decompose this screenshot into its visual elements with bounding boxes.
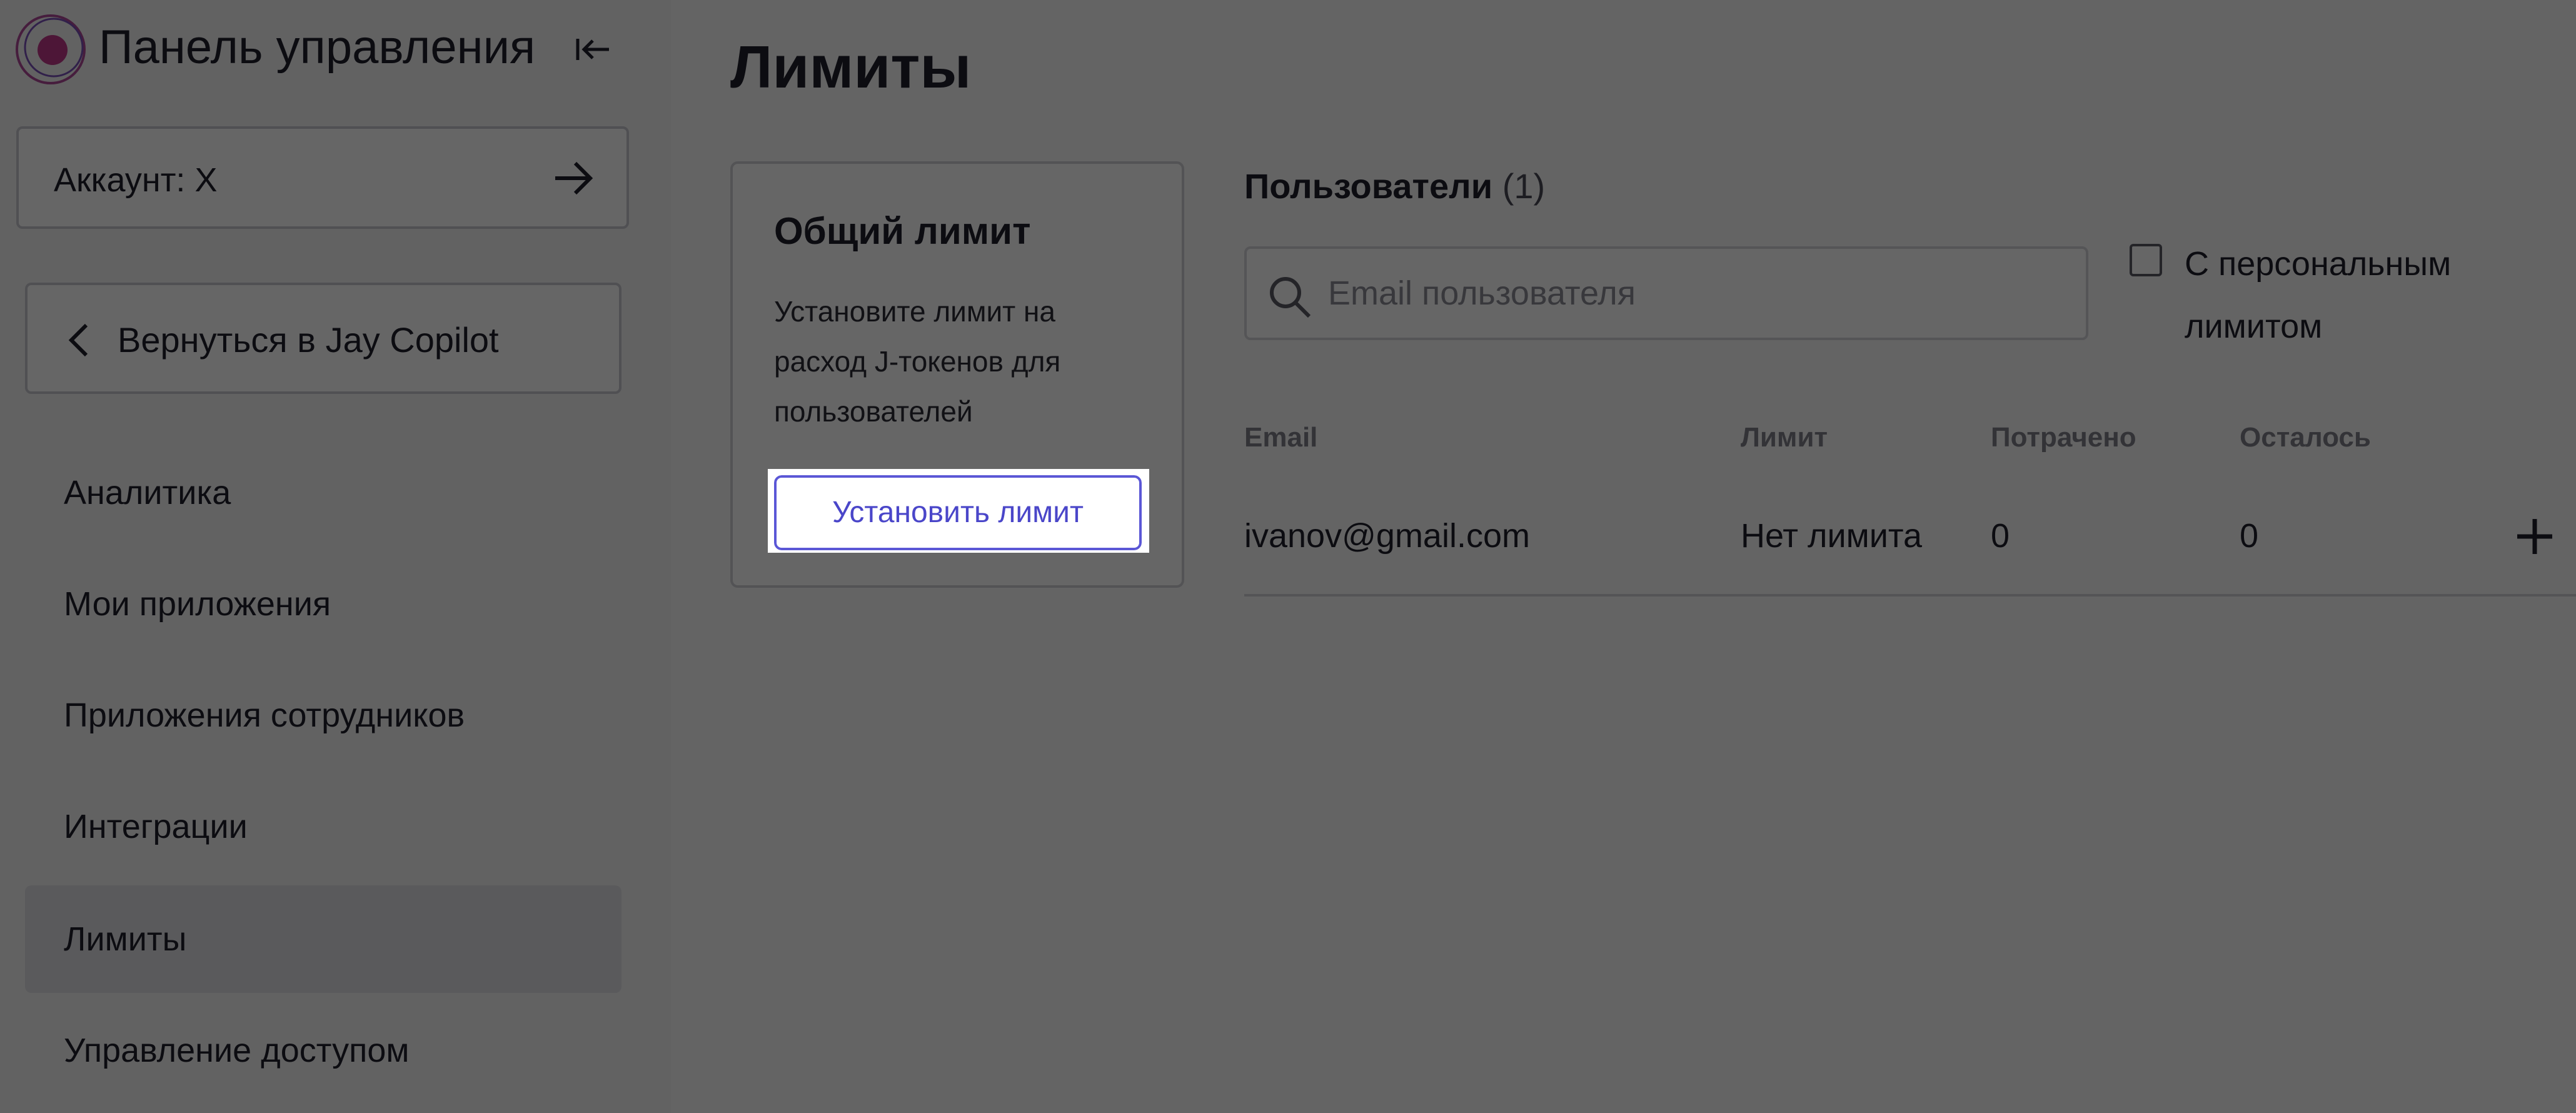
sidebar-item-integrations[interactable]: Интеграции [25,773,621,880]
arrow-right-icon [555,161,593,195]
app-root: Панель управления Аккаунт: X Вернуться в… [0,0,2576,1113]
collapse-sidebar-icon[interactable] [574,34,611,65]
column-header-limit: Лимит [1741,422,1828,453]
sidebar-item-my-apps[interactable]: Мои приложения [25,550,621,658]
cell-spent: 0 [1991,517,2010,555]
page-title: Лимиты [730,34,972,101]
general-limit-card: Общий лимит Установите лимит на расход J… [730,161,1184,588]
sidebar-item-label: Мои приложения [64,585,331,623]
search-input[interactable] [1328,268,2066,319]
sidebar-item-label: Лимиты [64,920,187,958]
account-label: Аккаунт: X [54,161,218,199]
personal-limit-label: С персональным лимитом [2185,245,2452,345]
set-limit-button[interactable]: Установить лимит [765,466,1150,559]
chevron-left-icon [68,323,88,357]
sidebar-item-access-management[interactable]: Управление доступом [25,997,621,1104]
card-description: Установите лимит на расход J-токенов для… [774,295,1061,428]
users-heading-label: Пользователи [1244,166,1493,206]
cell-remaining: 0 [2240,517,2259,555]
sidebar-item-label: Интеграции [64,808,248,845]
row-divider [1244,594,2576,597]
plus-icon[interactable] [2512,514,2557,559]
column-header-email: Email [1244,422,1318,453]
column-header-remaining: Осталось [2240,422,2371,453]
sidebar-item-label: Приложения сотрудников [64,697,465,734]
account-selector[interactable]: Аккаунт: X [16,126,629,229]
column-header-spent: Потрачено [1991,422,2136,453]
sidebar-item-employee-apps[interactable]: Приложения сотрудников [25,662,621,769]
card-title: Общий лимит [774,210,1031,252]
sidebar-item-analytics[interactable]: Аналитика [25,439,621,546]
back-to-copilot-button[interactable]: Вернуться в Jay Copilot [25,283,621,394]
logo-icon [16,14,86,84]
app-title: Панель управления [99,21,536,74]
cell-email: ivanov@gmail.com [1244,517,1530,555]
users-count: (1) [1502,166,1546,206]
user-search [1244,246,2088,340]
sidebar: Панель управления Аккаунт: X Вернуться в… [0,0,671,1113]
search-icon [1270,277,1311,318]
personal-limit-checkbox[interactable] [2130,244,2162,276]
users-heading: Пользователи (1) [1244,164,1545,209]
cell-limit: Нет лимита [1741,517,1923,555]
sidebar-item-label: Управление доступом [64,1032,410,1069]
sidebar-item-label: Аналитика [64,474,231,511]
back-label: Вернуться в Jay Copilot [118,320,499,360]
sidebar-item-limits[interactable]: Лимиты [25,885,621,993]
